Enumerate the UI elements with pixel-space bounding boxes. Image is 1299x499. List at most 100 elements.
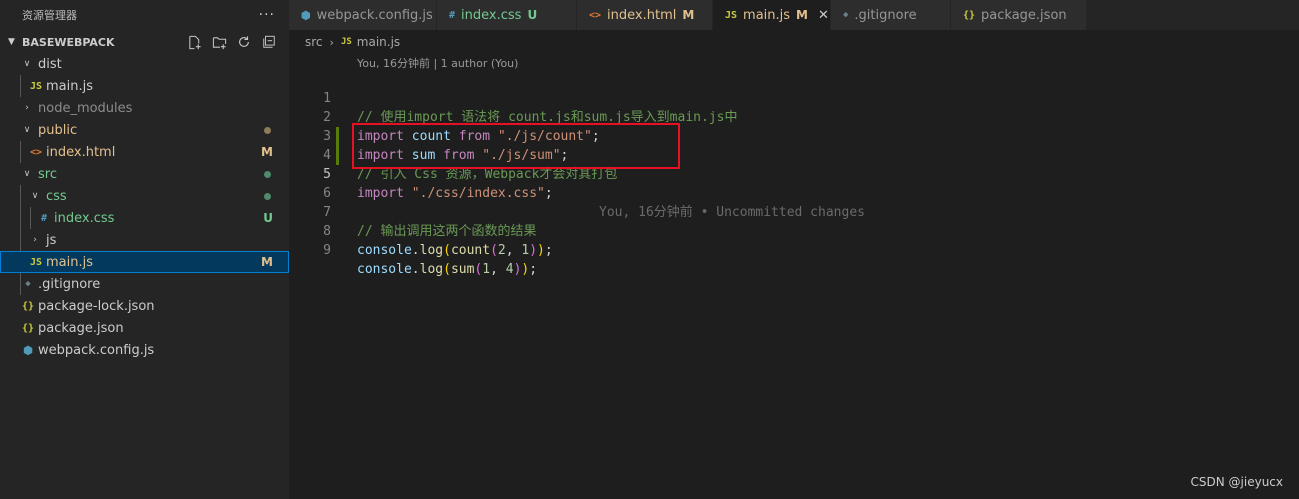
tree-file-index-html[interactable]: <> index.html M [0, 141, 289, 163]
explorer-title: 资源管理器 [22, 9, 77, 22]
html-file-icon: <> [589, 9, 602, 21]
webpack-file-icon: ⬢ [301, 8, 311, 22]
file-tree: ∨ dist JS main.js › node_modules ∨ publi… [0, 53, 289, 361]
tree-file-webpack-config[interactable]: ⬢ webpack.config.js [0, 339, 289, 361]
html-file-icon: <> [29, 146, 43, 158]
line-number: 9 [323, 243, 331, 258]
code-number: 1 [482, 262, 491, 277]
tree-folder-dist[interactable]: ∨ dist [0, 53, 289, 75]
project-name: BASEWEBPACK [22, 35, 115, 49]
tab-package-json[interactable]: {} package.json [951, 0, 1087, 30]
code-line-9: 9 console.log(sum(1, 4)); [289, 222, 1299, 277]
javascript-file-icon: JS [725, 9, 738, 21]
tree-folder-js[interactable]: › js [0, 229, 289, 251]
javascript-file-icon: JS [340, 37, 352, 47]
new-file-icon[interactable] [186, 34, 202, 50]
webpack-file-icon: ⬢ [23, 343, 33, 357]
file-label: webpack.config.js [38, 342, 155, 358]
code-number: 2 [497, 243, 506, 258]
explorer-sidebar: 资源管理器 ··· ▼ BASEWEBPACK ∨ dist JS main.j… [0, 0, 289, 499]
more-actions-icon[interactable]: ··· [259, 7, 275, 23]
code-line-2: 2 import count from "./js/count"; [289, 89, 1299, 144]
breadcrumb-file[interactable]: main.js [357, 35, 400, 49]
javascript-file-icon: JS [29, 80, 43, 92]
tab-index-css[interactable]: # index.css U [437, 0, 577, 30]
code-function: log [419, 243, 444, 258]
folder-label: node_modules [38, 100, 133, 116]
tree-folder-src[interactable]: ∨ src [0, 163, 289, 185]
breadcrumb: src › JS main.js [289, 30, 1299, 54]
tab-index-html[interactable]: <> index.html M [577, 0, 713, 30]
tree-folder-css[interactable]: ∨ css [0, 185, 289, 207]
json-file-icon: {} [21, 300, 35, 312]
chevron-down-icon: ∨ [23, 125, 31, 135]
css-file-icon: # [40, 212, 48, 224]
breadcrumb-folder[interactable]: src [305, 35, 323, 49]
tab-label: webpack.config.js [316, 7, 433, 23]
tab-gitignore[interactable]: ◆ .gitignore [831, 0, 951, 30]
code-identifier: console [357, 243, 412, 258]
file-label: package-lock.json [38, 298, 155, 314]
tree-folder-public[interactable]: ∨ public [0, 119, 289, 141]
tab-webpack-config[interactable]: ⬢ webpack.config.js [289, 0, 437, 30]
code-number: 4 [505, 262, 514, 277]
folder-label: src [38, 166, 57, 182]
code-identifier: console [357, 262, 412, 277]
tree-file-package-json[interactable]: {} package.json [0, 317, 289, 339]
tree-file-main-js[interactable]: JS main.js M [0, 251, 289, 273]
chevron-down-icon: ∨ [31, 191, 39, 201]
watermark: CSDN @jieyucx [1190, 475, 1283, 489]
file-label: main.js [46, 78, 93, 94]
untracked-dot [264, 192, 271, 200]
code-line-7: 7 // 输出调用这两个函数的结果 [289, 184, 1299, 239]
tree-file-package-lock-json[interactable]: {} package-lock.json [0, 295, 289, 317]
chevron-down-icon: ▼ [8, 37, 15, 47]
modified-dot [264, 126, 271, 134]
codelens-author[interactable]: You, 16分钟前 | 1 author (You) [357, 55, 518, 71]
tab-label: index.html [607, 7, 677, 23]
file-label: main.js [46, 254, 93, 270]
file-label: index.html [46, 144, 116, 160]
refresh-icon[interactable] [236, 34, 252, 50]
tab-label: package.json [981, 7, 1067, 23]
editor-tabs: ⬢ webpack.config.js # index.css U <> ind… [289, 0, 1299, 30]
gitignore-file-icon: ◆ [25, 279, 31, 289]
gitignore-file-icon: ◆ [843, 10, 849, 20]
code-function: log [419, 262, 444, 277]
folder-label: public [38, 122, 78, 138]
chevron-right-icon: › [33, 235, 37, 245]
collapse-all-icon[interactable] [261, 34, 277, 50]
chevron-right-icon: › [25, 103, 29, 113]
untracked-dot [264, 170, 271, 178]
close-icon[interactable]: ✕ [818, 8, 829, 23]
code-editor[interactable]: You, 16分钟前 | 1 author (You) 1 // 使用impor… [289, 54, 1299, 499]
modified-badge: M [261, 255, 273, 269]
folder-label: css [46, 188, 67, 204]
code-function: sum [450, 262, 475, 277]
tree-file-gitignore[interactable]: ◆ .gitignore [0, 273, 289, 295]
modified-badge: M [261, 145, 273, 159]
modified-badge: M [682, 8, 695, 22]
untracked-badge: U [263, 211, 273, 225]
file-label: index.css [54, 210, 115, 226]
code-function: count [450, 243, 491, 258]
highlight-box [352, 123, 680, 169]
new-folder-icon[interactable] [211, 34, 227, 50]
code-line-8: 8 console.log(count(2, 1)); [289, 203, 1299, 258]
chevron-down-icon: ∨ [23, 169, 31, 179]
file-label: .gitignore [38, 276, 101, 292]
javascript-file-icon: JS [29, 256, 43, 268]
tree-file-index-css[interactable]: # index.css U [0, 207, 289, 229]
tab-main-js[interactable]: JS main.js M ✕ [713, 0, 831, 30]
json-file-icon: {} [21, 322, 35, 334]
css-file-icon: # [449, 9, 456, 21]
code-line-1: 1 // 使用import 语法将 count.js和sum.js导入到main… [289, 70, 1299, 125]
explorer-header: 资源管理器 ··· [0, 0, 289, 30]
tab-label: .gitignore [854, 7, 917, 23]
json-file-icon: {} [963, 9, 976, 21]
tab-label: index.css [461, 7, 522, 23]
tree-folder-node-modules[interactable]: › node_modules [0, 97, 289, 119]
modified-badge: M [796, 8, 808, 22]
project-root[interactable]: ▼ BASEWEBPACK [0, 31, 289, 53]
tree-file-dist-main-js[interactable]: JS main.js [0, 75, 289, 97]
